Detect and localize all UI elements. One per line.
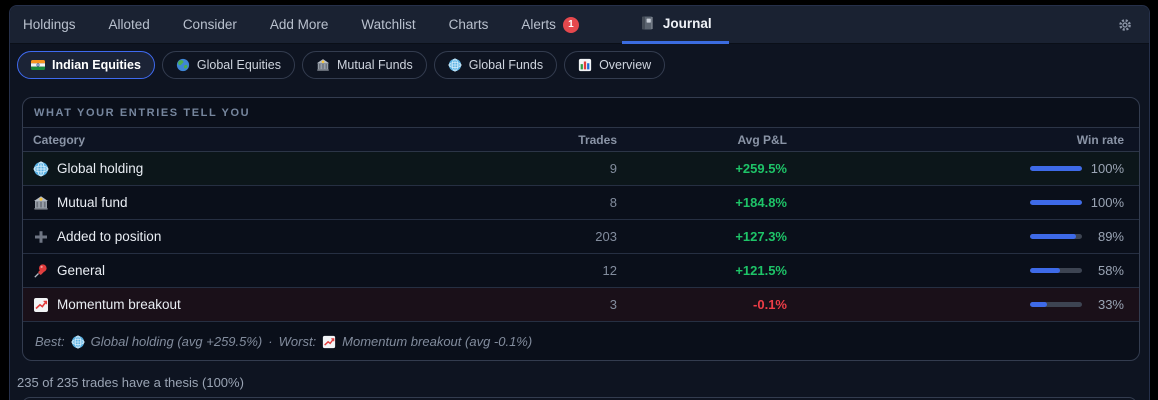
gear-icon[interactable] <box>1117 17 1133 33</box>
avg-pnl-value: +184.8% <box>735 195 787 210</box>
category-label: General <box>57 263 106 278</box>
filter-pills: Indian Equities Global Equities Mutual F… <box>10 44 1149 79</box>
win-rate-bar <box>1030 200 1082 205</box>
summary-best-text: Global holding (avg +259.5%) <box>90 334 263 349</box>
summary-worst-label: Worst: <box>278 334 317 349</box>
win-rate-bar <box>1030 268 1082 273</box>
nav-item-consider[interactable]: Consider <box>183 17 237 32</box>
india-flag-icon <box>31 58 45 72</box>
tab-journal-label: Journal <box>662 15 712 31</box>
filter-label: Global Funds <box>468 58 544 72</box>
column-avg-pnl: Avg P&L <box>737 132 787 147</box>
win-rate-value: 100% <box>1090 161 1124 176</box>
nav-item-add-more[interactable]: Add More <box>270 17 329 32</box>
filter-indian-equities[interactable]: Indian Equities <box>17 51 155 79</box>
win-rate-bar <box>1030 166 1082 171</box>
category-label: Mutual fund <box>57 195 128 210</box>
win-rate-value: 33% <box>1097 297 1124 312</box>
win-rate-bar <box>1030 302 1082 307</box>
notebook-icon <box>639 15 655 31</box>
globe-meridians-icon <box>448 58 462 72</box>
filter-label: Indian Equities <box>52 58 141 72</box>
filter-label: Overview <box>599 58 652 72</box>
nav-item-alerts[interactable]: Alerts 1 <box>521 16 579 33</box>
category-label: Momentum breakout <box>57 297 181 312</box>
category-label: Added to position <box>57 229 162 244</box>
summary-best-label: Best: <box>35 334 65 349</box>
filter-label: Mutual Funds <box>336 58 413 72</box>
top-nav: Holdings Alloted Consider Add More Watch… <box>10 6 1149 44</box>
filter-global-funds[interactable]: Global Funds <box>433 51 558 79</box>
trades-value: 203 <box>595 229 617 244</box>
table-header: Category Trades Avg P&L Win rate <box>23 128 1139 152</box>
entries-summary-card: WHAT YOUR ENTRIES TELL YOU Category Trad… <box>22 97 1140 361</box>
table-row-added-to-position[interactable]: Added to position 203 +127.3% 89% <box>23 220 1139 254</box>
table-row-global-holding[interactable]: Global holding 9 +259.5% 100% <box>23 152 1139 186</box>
plus-icon <box>33 229 49 245</box>
avg-pnl-value: -0.1% <box>753 297 787 312</box>
card-title: WHAT YOUR ENTRIES TELL YOU <box>23 98 1139 128</box>
table-row-mutual-fund[interactable]: Mutual fund 8 +184.8% 100% <box>23 186 1139 220</box>
category-label: Global holding <box>57 161 144 176</box>
filter-label: Global Equities <box>196 58 281 72</box>
trades-value: 9 <box>609 161 617 176</box>
filter-global-equities[interactable]: Global Equities <box>161 51 295 79</box>
trades-value: 12 <box>602 263 617 278</box>
win-rate-value: 58% <box>1097 263 1124 278</box>
trades-value: 3 <box>609 297 617 312</box>
summary-separator: · <box>268 334 273 349</box>
column-trades: Trades <box>578 132 617 147</box>
bank-icon <box>33 195 49 211</box>
thesis-coverage-note: 235 of 235 trades have a thesis (100%) <box>17 375 244 390</box>
avg-pnl-value: +121.5% <box>735 263 787 278</box>
nav-item-holdings[interactable]: Holdings <box>23 17 76 32</box>
nav-item-alloted[interactable]: Alloted <box>109 17 150 32</box>
summary-worst-text: Momentum breakout (avg -0.1%) <box>342 334 533 349</box>
win-rate-bar <box>1030 234 1082 239</box>
alerts-count-badge: 1 <box>562 16 579 33</box>
chart-up-icon <box>322 335 336 349</box>
trades-value: 8 <box>609 195 617 210</box>
filter-mutual-funds[interactable]: Mutual Funds <box>301 51 427 79</box>
column-category: Category <box>33 132 86 147</box>
bar-chart-icon <box>578 58 592 72</box>
table-row-momentum-breakout[interactable]: Momentum breakout 3 -0.1% 33% <box>23 288 1139 322</box>
column-win-rate: Win rate <box>1076 132 1124 147</box>
app-window: Holdings Alloted Consider Add More Watch… <box>9 5 1150 400</box>
nav-item-charts[interactable]: Charts <box>449 17 489 32</box>
best-worst-summary: Best: Global holding (avg +259.5%) · Wor… <box>23 322 1139 360</box>
pushpin-icon <box>33 263 49 279</box>
globe-meridians-icon <box>71 334 85 349</box>
bank-icon <box>316 58 330 72</box>
table-row-general[interactable]: General 12 +121.5% 58% <box>23 254 1139 288</box>
win-rate-value: 100% <box>1090 195 1124 210</box>
chart-up-icon <box>33 297 49 313</box>
win-rate-value: 89% <box>1097 229 1124 244</box>
nav-item-alerts-label: Alerts <box>521 17 556 32</box>
nav-item-watchlist[interactable]: Watchlist <box>361 17 415 32</box>
tab-journal[interactable]: Journal <box>621 6 729 44</box>
globe-meridians-icon <box>33 161 49 177</box>
avg-pnl-value: +127.3% <box>735 229 787 244</box>
filter-overview[interactable]: Overview <box>564 51 666 79</box>
avg-pnl-value: +259.5% <box>735 161 787 176</box>
globe-asia-icon <box>176 58 190 72</box>
